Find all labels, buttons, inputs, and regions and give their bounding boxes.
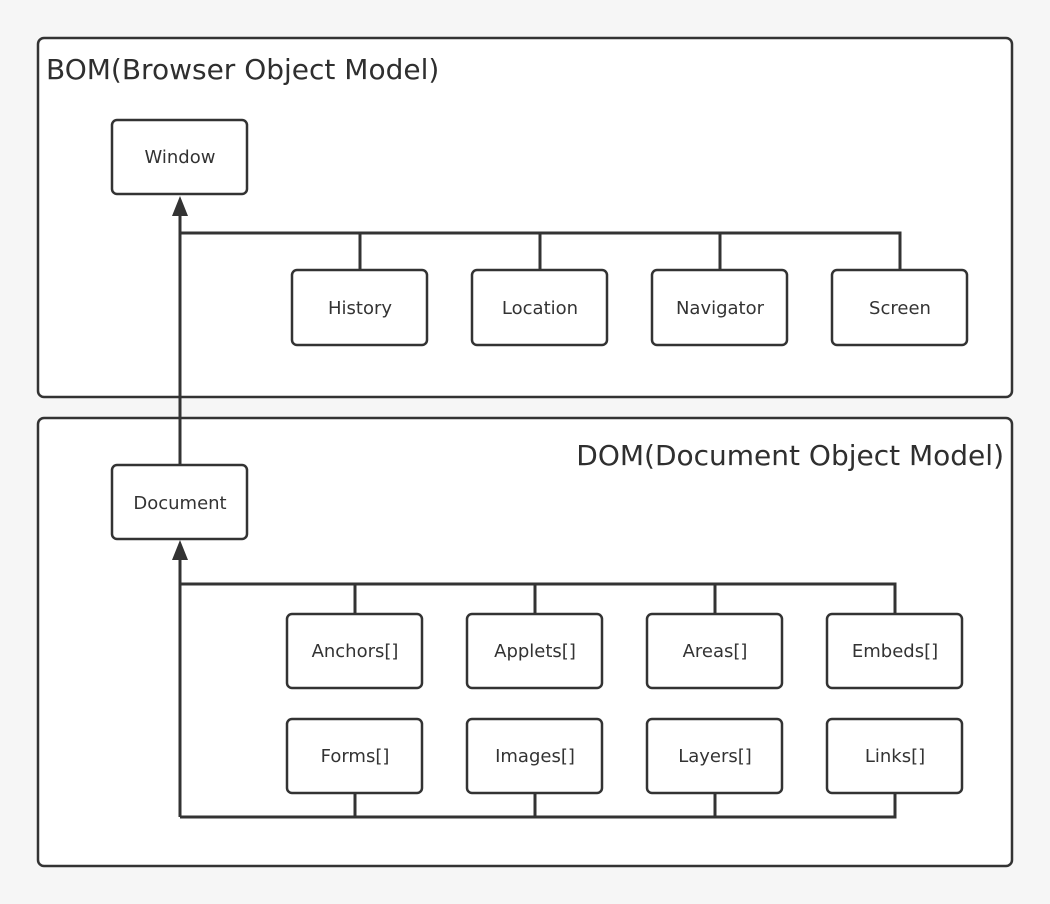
node-window: Window bbox=[110, 118, 249, 196]
node-navigator: Navigator bbox=[650, 268, 789, 347]
node-anchors-label: Anchors[] bbox=[312, 641, 399, 662]
node-document-label: Document bbox=[133, 493, 226, 514]
node-areas-label: Areas[] bbox=[683, 641, 748, 662]
node-window-label: Window bbox=[145, 147, 216, 168]
node-applets-label: Applets[] bbox=[494, 641, 576, 662]
node-embeds: Embeds[] bbox=[825, 612, 964, 690]
node-screen-label: Screen bbox=[869, 298, 931, 319]
node-forms-label: Forms[] bbox=[321, 746, 390, 767]
node-navigator-label: Navigator bbox=[676, 298, 765, 319]
node-anchors: Anchors[] bbox=[285, 612, 424, 690]
node-images: Images[] bbox=[465, 717, 604, 795]
node-history-label: History bbox=[328, 298, 392, 319]
node-forms: Forms[] bbox=[285, 717, 424, 795]
dom-group-title: DOM(Document Object Model) bbox=[576, 439, 1004, 472]
node-screen: Screen bbox=[830, 268, 969, 347]
node-layers-label: Layers[] bbox=[678, 746, 752, 767]
node-layers: Layers[] bbox=[645, 717, 784, 795]
node-images-label: Images[] bbox=[495, 746, 575, 767]
bom-dom-diagram: BOM(Browser Object Model) DOM(Document O… bbox=[36, 36, 1014, 868]
node-location-label: Location bbox=[502, 298, 578, 319]
node-areas: Areas[] bbox=[645, 612, 784, 690]
node-embeds-label: Embeds[] bbox=[852, 641, 938, 662]
node-applets: Applets[] bbox=[465, 612, 604, 690]
node-links: Links[] bbox=[825, 717, 964, 795]
node-document: Document bbox=[110, 463, 249, 541]
bom-group-title: BOM(Browser Object Model) bbox=[46, 53, 439, 86]
node-location: Location bbox=[470, 268, 609, 347]
node-history: History bbox=[290, 268, 429, 347]
node-links-label: Links[] bbox=[865, 746, 925, 767]
